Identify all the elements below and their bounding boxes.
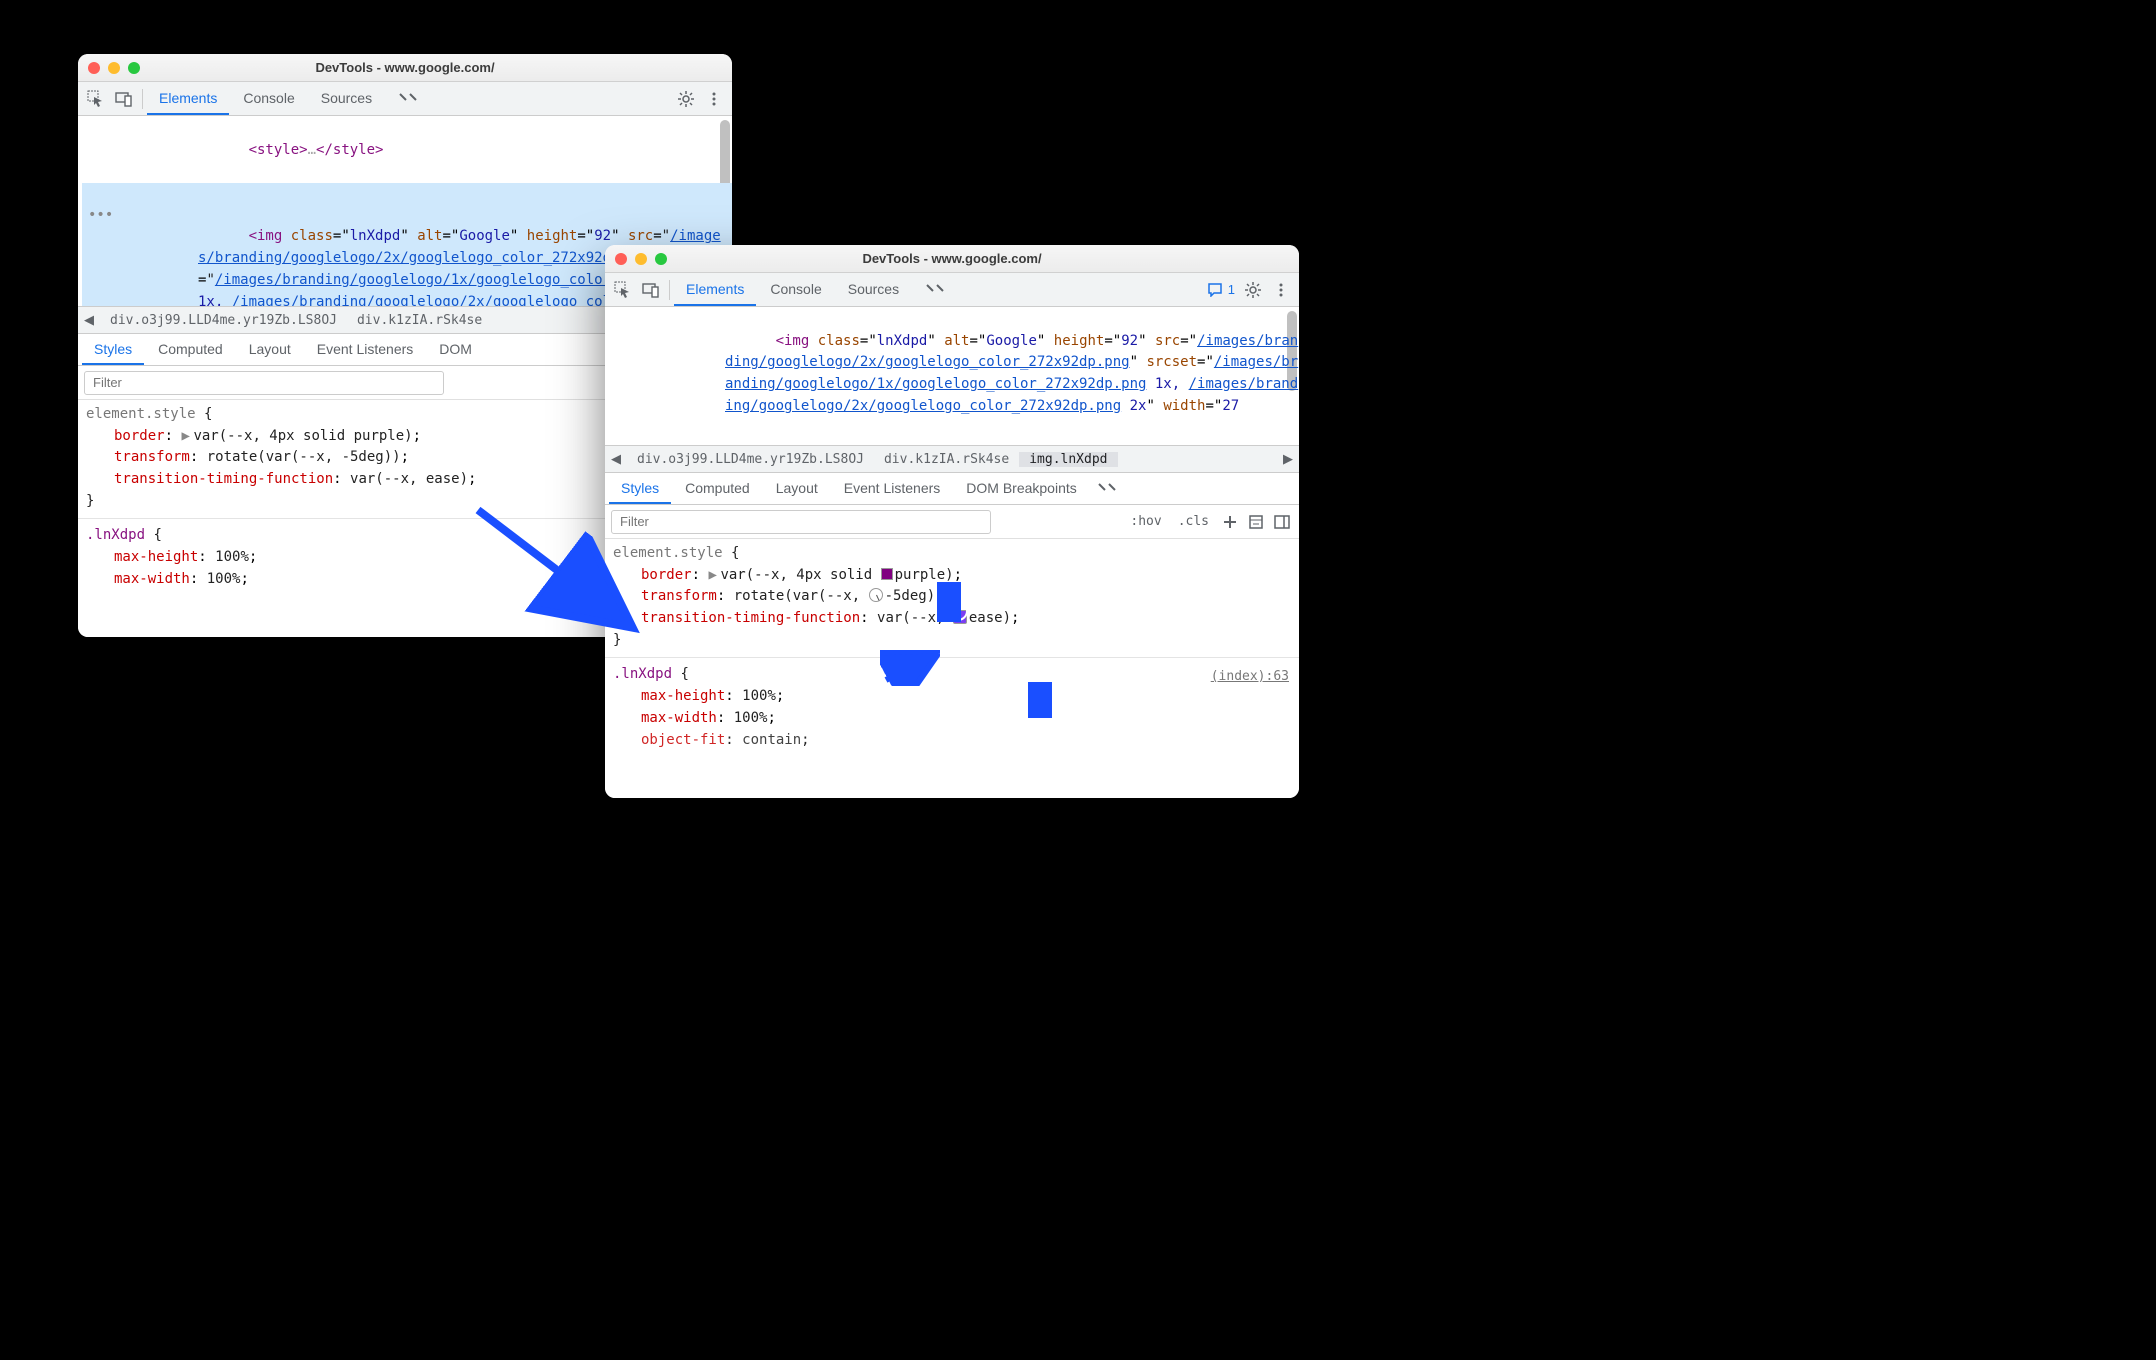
zoom-icon[interactable] — [655, 253, 667, 265]
gear-icon[interactable] — [672, 85, 700, 113]
styles-filter-input[interactable] — [84, 371, 444, 395]
styles-pane[interactable]: element.style { border: ▶var(--x, 4px so… — [605, 539, 1299, 798]
angle-swatch-icon[interactable] — [869, 588, 883, 602]
hov-button[interactable]: :hov — [1124, 514, 1167, 529]
computed-styles-icon[interactable] — [1245, 508, 1267, 536]
selector-element-style[interactable]: element.style — [613, 545, 723, 561]
breadcrumb: ◀ div.o3j99.LLD4me.yr19Zb.LS8OJ div.k1zI… — [605, 445, 1299, 473]
tab-more-icon[interactable] — [386, 82, 430, 115]
decl-ttf[interactable]: transition-timing-function: var(--x, eas… — [613, 608, 1291, 630]
ellipsis-icon[interactable]: ••• — [88, 205, 113, 227]
subtab-layout[interactable]: Layout — [764, 473, 830, 504]
window-title: DevTools - www.google.com/ — [605, 251, 1299, 266]
close-icon[interactable] — [615, 253, 627, 265]
window-title: DevTools - www.google.com/ — [78, 60, 732, 75]
subtab-more-icon[interactable] — [1091, 481, 1123, 497]
selector-lnxdpd[interactable]: .lnXdpd — [613, 666, 672, 682]
minimize-icon[interactable] — [635, 253, 647, 265]
tab-elements[interactable]: Elements — [147, 82, 229, 115]
dom-node-img[interactable]: <img class="lnXdpd" alt="Google" height=… — [609, 309, 1299, 439]
tab-console[interactable]: Console — [231, 82, 306, 115]
decl-transform[interactable]: transform: rotate(var(--x, -5deg)); — [613, 586, 1291, 608]
crumb-3[interactable]: img.lnXdpd — [1019, 452, 1117, 467]
subtab-dom-breakpoints[interactable]: DOM Breakpoints — [954, 473, 1088, 504]
tab-more-icon[interactable] — [913, 273, 957, 306]
device-toolbar-icon[interactable] — [110, 85, 138, 113]
main-toolbar: Elements Console Sources 1 — [605, 273, 1299, 307]
gear-icon[interactable] — [1239, 276, 1267, 304]
tab-elements[interactable]: Elements — [674, 273, 756, 306]
panel-tabs: Elements Console Sources — [674, 273, 957, 306]
crumb-prev-icon[interactable]: ◀ — [78, 312, 100, 328]
subtab-computed[interactable]: Computed — [673, 473, 762, 504]
selector-element-style[interactable]: element.style — [86, 406, 196, 422]
color-swatch-icon[interactable] — [881, 568, 893, 580]
source-link[interactable]: (index):63 — [1211, 667, 1289, 687]
device-toolbar-icon[interactable] — [637, 276, 665, 304]
kebab-menu-icon[interactable] — [1267, 276, 1295, 304]
styles-filter-input[interactable] — [611, 510, 991, 534]
traffic-lights — [615, 253, 667, 265]
subtab-styles[interactable]: Styles — [82, 334, 144, 365]
tab-sources[interactable]: Sources — [309, 82, 384, 115]
decl-object-fit[interactable]: object-fit: contain; — [613, 730, 1291, 752]
traffic-lights — [88, 62, 140, 74]
subtab-computed[interactable]: Computed — [146, 334, 235, 365]
selector-lnxdpd[interactable]: .lnXdpd — [86, 527, 145, 543]
decl-max-width[interactable]: max-width: 100%; — [613, 708, 1291, 730]
kebab-menu-icon[interactable] — [700, 85, 728, 113]
crumb-2[interactable]: div.k1zIA.rSk4se — [347, 313, 492, 328]
subtab-layout[interactable]: Layout — [237, 334, 303, 365]
styles-filter-row: :hov .cls — [605, 505, 1299, 539]
subtab-event-listeners[interactable]: Event Listeners — [832, 473, 953, 504]
titlebar[interactable]: DevTools - www.google.com/ — [78, 54, 732, 82]
dom-node-style[interactable]: <style>…</style> — [82, 118, 732, 183]
crumb-1[interactable]: div.o3j99.LLD4me.yr19Zb.LS8OJ — [100, 313, 347, 328]
dom-tree[interactable]: <img class="lnXdpd" alt="Google" height=… — [605, 307, 1299, 445]
zoom-icon[interactable] — [128, 62, 140, 74]
titlebar[interactable]: DevTools - www.google.com/ — [605, 245, 1299, 273]
decl-max-height[interactable]: max-height: 100%; — [613, 686, 1291, 708]
styles-subtabs: Styles Computed Layout Event Listeners D… — [605, 473, 1299, 505]
issues-count: 1 — [1228, 282, 1235, 297]
bezier-swatch-icon[interactable] — [953, 610, 967, 624]
tab-sources[interactable]: Sources — [836, 273, 911, 306]
inspect-element-icon[interactable] — [82, 85, 110, 113]
inspect-element-icon[interactable] — [609, 276, 637, 304]
subtab-styles[interactable]: Styles — [609, 473, 671, 504]
issues-counter[interactable]: 1 — [1204, 282, 1239, 297]
decl-border[interactable]: border: ▶var(--x, 4px solid purple); — [613, 565, 1291, 587]
crumb-2[interactable]: div.k1zIA.rSk4se — [874, 452, 1019, 467]
tab-console[interactable]: Console — [758, 273, 833, 306]
toggle-sidebar-icon[interactable] — [1271, 508, 1293, 536]
subtab-dom[interactable]: DOM — [427, 334, 484, 365]
crumb-1[interactable]: div.o3j99.LLD4me.yr19Zb.LS8OJ — [627, 452, 874, 467]
subtab-event-listeners[interactable]: Event Listeners — [305, 334, 426, 365]
cls-button[interactable]: .cls — [1172, 514, 1215, 529]
new-style-rule-icon[interactable] — [1219, 508, 1241, 536]
main-toolbar: Elements Console Sources — [78, 82, 732, 116]
crumb-next-icon[interactable]: ▶ — [1277, 451, 1299, 467]
devtools-window-b: DevTools - www.google.com/ Elements Cons… — [605, 245, 1299, 798]
close-icon[interactable] — [88, 62, 100, 74]
panel-tabs: Elements Console Sources — [147, 82, 430, 115]
crumb-prev-icon[interactable]: ◀ — [605, 451, 627, 467]
minimize-icon[interactable] — [108, 62, 120, 74]
